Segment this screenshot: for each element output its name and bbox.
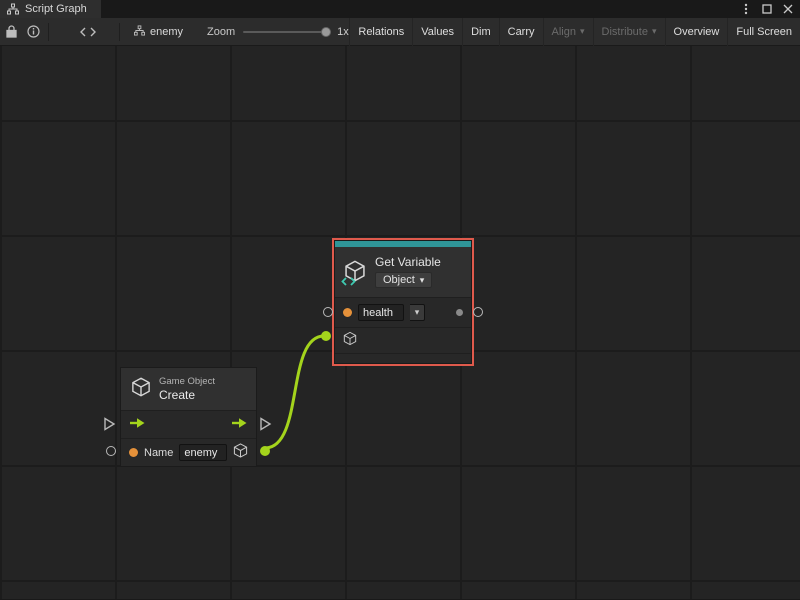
create-name-edge-port[interactable] bbox=[106, 446, 116, 456]
toolbar-separator bbox=[119, 23, 120, 41]
breadcrumb-label: enemy bbox=[150, 26, 183, 38]
create-flow-in-edge-port[interactable] bbox=[103, 417, 116, 436]
value-input-port[interactable] bbox=[343, 308, 352, 317]
dim-button[interactable]: Dim bbox=[462, 18, 499, 46]
variable-cube-icon bbox=[343, 260, 367, 284]
more-menu-icon[interactable] bbox=[739, 2, 753, 16]
variable-kind-dropdown[interactable]: Object ▾ bbox=[375, 272, 432, 288]
node-title: Create bbox=[159, 388, 215, 402]
flow-input-arrow-icon[interactable] bbox=[129, 416, 146, 434]
carry-button[interactable]: Carry bbox=[499, 18, 543, 46]
gameobject-output-port-icon[interactable] bbox=[233, 443, 248, 463]
variable-name-input[interactable] bbox=[358, 304, 404, 321]
variable-name-row: ▾ bbox=[335, 297, 471, 327]
values-button[interactable]: Values bbox=[412, 18, 462, 46]
object-target-row bbox=[335, 327, 471, 353]
node-category: Game Object bbox=[159, 376, 215, 387]
zoom-label: Zoom bbox=[207, 26, 235, 38]
overview-button[interactable]: Overview bbox=[665, 18, 728, 46]
gameobject-port-icon[interactable] bbox=[343, 331, 357, 351]
name-input-port[interactable] bbox=[129, 448, 138, 457]
distribute-button[interactable]: Distribute ▾ bbox=[593, 18, 665, 46]
breadcrumb[interactable]: enemy bbox=[124, 18, 193, 46]
zoom-slider-handle[interactable] bbox=[321, 27, 331, 37]
dropdown-arrow-icon: ▾ bbox=[652, 27, 657, 36]
getvar-output-edge-port[interactable] bbox=[473, 307, 483, 317]
align-button[interactable]: Align ▾ bbox=[543, 18, 593, 46]
create-flow-out-edge-port[interactable] bbox=[259, 417, 272, 436]
get-variable-header[interactable]: Get Variable Object ▾ bbox=[335, 247, 471, 297]
dropdown-arrow-icon: ▾ bbox=[580, 27, 585, 36]
name-parameter-row: Name bbox=[121, 438, 256, 466]
variable-picker-dropdown[interactable]: ▾ bbox=[410, 304, 425, 321]
dropdown-arrow-icon: ▾ bbox=[420, 276, 425, 285]
tab-script-graph[interactable]: Script Graph bbox=[0, 0, 101, 18]
fullscreen-button[interactable]: Full Screen bbox=[727, 18, 800, 46]
zoom-slider-track[interactable] bbox=[243, 31, 331, 33]
code-view-icon[interactable] bbox=[77, 18, 99, 46]
getvar-object-edge-port-connected[interactable] bbox=[321, 331, 331, 341]
graph-toolbar: enemy Zoom 1x Relations Values Dim Carry… bbox=[0, 18, 800, 46]
gameobject-cube-icon bbox=[131, 377, 151, 402]
flow-output-arrow-icon[interactable] bbox=[231, 416, 248, 434]
parameter-label: Name bbox=[144, 447, 173, 459]
code-chevrons-icon bbox=[341, 277, 356, 286]
node-get-variable[interactable]: Get Variable Object ▾ ▾ bbox=[334, 240, 472, 364]
create-output-edge-port-connected[interactable] bbox=[260, 446, 270, 456]
getvar-name-edge-port[interactable] bbox=[323, 307, 333, 317]
maximize-icon[interactable] bbox=[760, 2, 774, 16]
graph-canvas[interactable]: Get Variable Object ▾ ▾ bbox=[0, 46, 800, 599]
info-icon[interactable] bbox=[22, 18, 44, 46]
toolbar-separator bbox=[48, 23, 49, 41]
relations-button[interactable]: Relations bbox=[349, 18, 412, 46]
tab-title: Script Graph bbox=[25, 3, 87, 15]
title-bar: Script Graph bbox=[0, 0, 800, 18]
flow-row bbox=[121, 410, 256, 438]
script-graph-icon bbox=[6, 2, 20, 16]
name-value-input[interactable] bbox=[179, 444, 227, 461]
graph-icon bbox=[134, 25, 145, 39]
lock-icon[interactable] bbox=[0, 18, 22, 46]
node-footer bbox=[335, 353, 471, 363]
close-icon[interactable] bbox=[781, 2, 795, 16]
node-create-gameobject[interactable]: Game Object Create Name bbox=[120, 367, 257, 467]
value-output-port[interactable] bbox=[456, 309, 463, 316]
zoom-value: 1x bbox=[337, 26, 349, 38]
zoom-slider[interactable] bbox=[243, 18, 331, 46]
create-node-header[interactable]: Game Object Create bbox=[121, 368, 256, 410]
node-title: Get Variable bbox=[375, 255, 441, 269]
connection-wire[interactable] bbox=[266, 336, 324, 448]
toolbar-button-group: Relations Values Dim Carry Align ▾ Distr… bbox=[349, 18, 800, 46]
dropdown-arrow-icon: ▾ bbox=[415, 308, 420, 317]
